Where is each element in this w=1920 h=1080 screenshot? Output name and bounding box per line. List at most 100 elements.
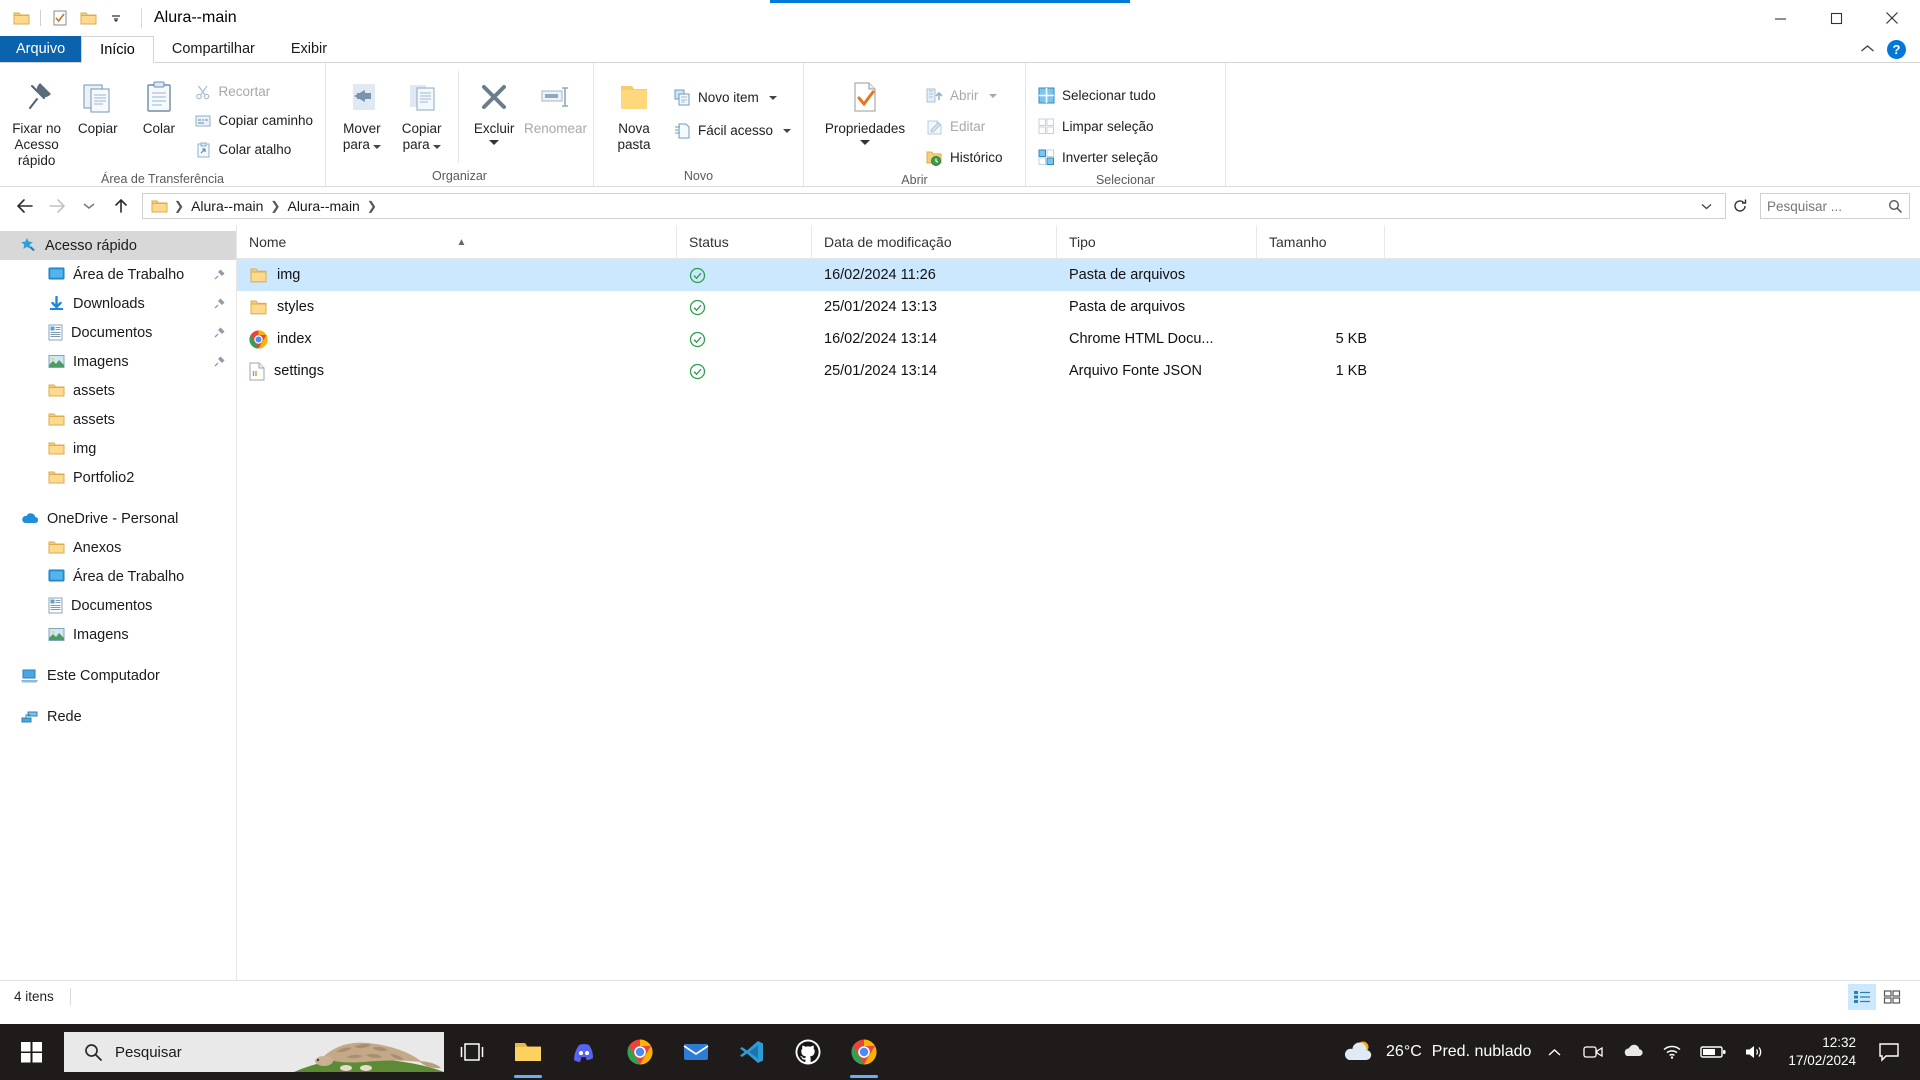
breadcrumb-item-0[interactable]: Alura--main (186, 198, 268, 214)
easy-access-caret-icon[interactable] (783, 128, 791, 133)
rename-button[interactable]: Renomear (524, 71, 587, 137)
select-all-button[interactable]: Selecionar tudo (1032, 83, 1164, 108)
close-button[interactable] (1864, 0, 1920, 36)
invert-selection-button[interactable]: Inverter seleção (1032, 145, 1164, 170)
tab-arquivo[interactable]: Arquivo (0, 36, 82, 62)
new-item-button[interactable]: Novo item (668, 85, 797, 110)
start-button[interactable] (0, 1024, 64, 1080)
maximize-button[interactable] (1808, 0, 1864, 36)
column-header-nome[interactable]: ▲ Nome (237, 224, 677, 259)
column-header-tamanho[interactable]: Tamanho (1257, 224, 1385, 259)
recent-locations-button[interactable] (74, 191, 104, 221)
open-caret-icon[interactable] (988, 93, 997, 98)
breadcrumb-sep-1[interactable]: ❯ (268, 199, 282, 213)
sidebar-item-assets-1[interactable]: assets (0, 376, 236, 405)
table-row[interactable]: index 16/02/2024 13:14 Chrome HTML Docu.… (237, 323, 1920, 355)
large-icons-view-button[interactable] (1878, 984, 1906, 1010)
table-row[interactable]: img 16/02/2024 11:26 Pasta de arquivos (237, 259, 1920, 291)
volume-icon[interactable] (1740, 1043, 1770, 1061)
column-header-data-modificacao[interactable]: Data de modificação (812, 224, 1057, 259)
move-to-button[interactable]: Mover para (332, 71, 392, 153)
sidebar-item-imagens[interactable]: Imagens (0, 347, 236, 376)
taskbar-chrome-icon[interactable] (612, 1024, 668, 1080)
copy-to-button[interactable]: Copiar para (392, 71, 452, 153)
select-none-button[interactable]: Limpar seleção (1032, 114, 1164, 139)
breadcrumb[interactable]: ❯ Alura--main ❯ Alura--main ❯ (142, 193, 1726, 219)
sidebar-header-this-pc[interactable]: Este Computador (0, 661, 236, 690)
edit-icon (926, 118, 943, 135)
tray-expand-icon[interactable] (1541, 1047, 1568, 1058)
breadcrumb-item-1[interactable]: Alura--main (282, 198, 364, 214)
history-button[interactable]: Histórico (920, 145, 1009, 170)
tab-exibir[interactable]: Exibir (273, 36, 345, 62)
sidebar-item-img[interactable]: img (0, 434, 236, 463)
sidebar-item-anexos[interactable]: Anexos (0, 533, 236, 562)
breadcrumb-sep-0[interactable]: ❯ (172, 199, 186, 213)
table-row[interactable]: settings 25/01/2024 13:14 Arquivo Fonte … (237, 355, 1920, 387)
pin-to-quick-access-button[interactable]: Fixar no Acesso rápido (6, 71, 67, 169)
notifications-icon[interactable] (1874, 1042, 1910, 1062)
new-item-caret-icon[interactable] (768, 95, 777, 100)
taskbar-chrome-2-icon[interactable] (836, 1024, 892, 1080)
sidebar-item-documentos[interactable]: Documentos (0, 318, 236, 347)
sidebar-item-portfolio2[interactable]: Portfolio2 (0, 463, 236, 492)
paste-shortcut-button[interactable]: Colar atalho (189, 137, 319, 162)
sidebar-item-onedrive-documentos[interactable]: Documentos (0, 591, 236, 620)
qat-customize-icon[interactable] (103, 5, 129, 31)
search-input[interactable]: Pesquisar ... (1760, 193, 1910, 219)
new-folder-button[interactable]: Nova pasta (600, 71, 668, 153)
column-header-tipo[interactable]: Tipo (1057, 224, 1257, 259)
copy-button[interactable]: Copiar (67, 71, 128, 137)
taskbar-github-icon[interactable] (780, 1024, 836, 1080)
breadcrumb-sep-2[interactable]: ❯ (365, 199, 379, 213)
column-header-status[interactable]: Status (677, 224, 812, 259)
sidebar-header-quick-access[interactable]: Acesso rápido (0, 231, 236, 260)
tab-inicio[interactable]: Início (81, 36, 154, 63)
copy-path-button[interactable]: Copiar caminho (189, 108, 319, 133)
navigation-pane[interactable]: Acesso rápido Área de Trabalho Downloads (0, 225, 237, 980)
minimize-button[interactable] (1752, 0, 1808, 36)
taskbar-clock[interactable]: 12:32 17/02/2024 (1780, 1034, 1864, 1070)
taskbar-file-explorer-icon[interactable] (500, 1024, 556, 1080)
battery-icon[interactable] (1696, 1045, 1730, 1059)
sidebar-item-onedrive-area-de-trabalho[interactable]: Área de Trabalho (0, 562, 236, 591)
properties-button[interactable]: Propriedades (810, 71, 920, 145)
breadcrumb-dropdown-icon[interactable] (1692, 202, 1721, 211)
taskbar-vscode-icon[interactable] (724, 1024, 780, 1080)
weather-widget[interactable]: 26°C Pred. nublado (1342, 1039, 1531, 1065)
properties-caret-icon[interactable] (860, 140, 870, 145)
back-button[interactable] (10, 191, 40, 221)
tab-compartilhar[interactable]: Compartilhar (154, 36, 273, 62)
sidebar-header-onedrive[interactable]: OneDrive - Personal (0, 504, 236, 533)
task-view-button[interactable] (444, 1024, 500, 1080)
sidebar-item-downloads[interactable]: Downloads (0, 289, 236, 318)
properties-qat-icon[interactable] (47, 5, 73, 31)
onedrive-tray-icon[interactable] (1618, 1044, 1648, 1060)
copy-to-caret-icon[interactable] (432, 145, 441, 149)
sidebar-item-onedrive-imagens[interactable]: Imagens (0, 620, 236, 649)
table-row[interactable]: styles 25/01/2024 13:13 Pasta de arquivo… (237, 291, 1920, 323)
forward-button[interactable] (42, 191, 72, 221)
help-icon[interactable]: ? (1887, 39, 1906, 59)
taskbar-search-input[interactable]: Pesquisar (64, 1032, 444, 1072)
collapse-ribbon-icon[interactable] (1860, 44, 1875, 54)
up-button[interactable] (106, 191, 136, 221)
new-folder-qat-icon[interactable] (75, 5, 101, 31)
open-button[interactable]: Abrir (920, 83, 1009, 108)
taskbar-discord-icon[interactable] (556, 1024, 612, 1080)
meet-now-icon[interactable] (1578, 1043, 1608, 1061)
sidebar-header-rede[interactable]: Rede (0, 702, 236, 731)
paste-button[interactable]: Colar (128, 71, 189, 137)
sidebar-item-assets-2[interactable]: assets (0, 405, 236, 434)
delete-button[interactable]: Excluir (464, 71, 524, 145)
refresh-button[interactable] (1728, 193, 1752, 219)
delete-caret-icon[interactable] (489, 140, 500, 145)
sidebar-item-area-de-trabalho[interactable]: Área de Trabalho (0, 260, 236, 289)
edit-button[interactable]: Editar (920, 114, 1009, 139)
wifi-icon[interactable] (1658, 1044, 1686, 1060)
taskbar-mail-icon[interactable] (668, 1024, 724, 1080)
details-view-button[interactable] (1848, 983, 1876, 1010)
cut-button[interactable]: Recortar (189, 79, 319, 104)
easy-access-button[interactable]: Fácil acesso (668, 118, 797, 143)
move-to-caret-icon[interactable] (372, 145, 381, 149)
